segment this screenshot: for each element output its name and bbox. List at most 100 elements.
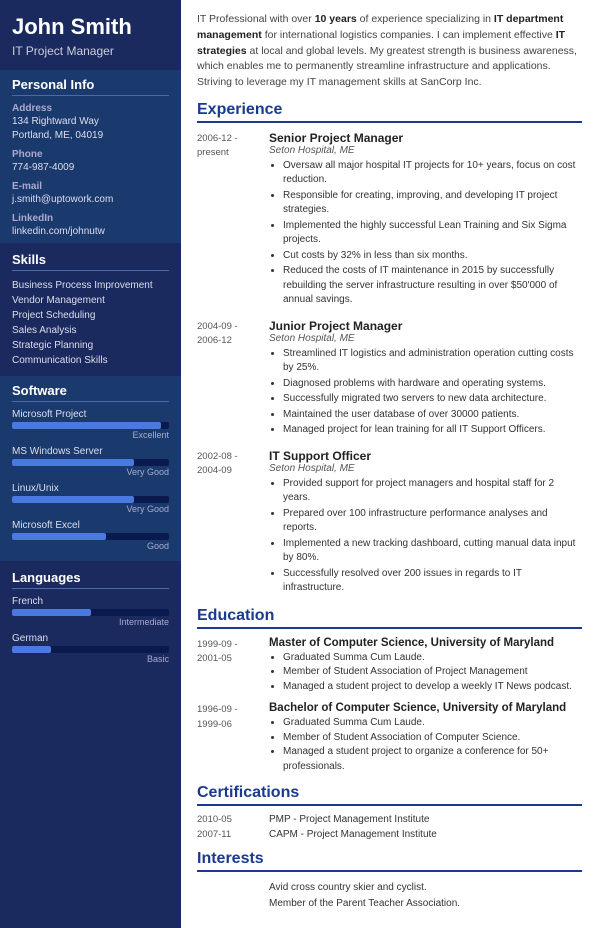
interests-heading: Interests: [197, 850, 582, 872]
software-name: Microsoft Excel: [12, 520, 169, 531]
exp-bullet: Managed project for lean training for al…: [283, 423, 582, 438]
exp-bullet: Implemented the highly successful Lean T…: [283, 219, 582, 248]
skill-item: Sales Analysis: [12, 323, 169, 338]
language-bar-fill: [12, 609, 91, 616]
software-list: Microsoft Project Excellent MS Windows Ser…: [12, 409, 169, 551]
candidate-name: John Smith: [12, 14, 169, 40]
skill-item: Project Scheduling: [12, 308, 169, 323]
exp-bullet: Oversaw all major hospital IT projects f…: [283, 159, 582, 188]
language-bar-bg: [12, 609, 169, 616]
exp-job-title: Junior Project Manager: [269, 319, 582, 333]
software-item: Microsoft Excel Good: [12, 520, 169, 551]
software-rating: Good: [12, 541, 169, 551]
personal-info-section: Personal Info Address 134 Rightward WayP…: [0, 70, 181, 243]
interest-item: Member of the Parent Teacher Association…: [197, 896, 582, 912]
exp-bullet: Maintained the user database of over 300…: [283, 408, 582, 423]
education-list: 1999-09 -2001-05Master of Computer Scien…: [197, 637, 582, 775]
skill-item: Strategic Planning: [12, 338, 169, 353]
software-item: Linux/UnixVery Good: [12, 483, 169, 514]
languages-list: French Intermediate German Basic: [12, 596, 169, 664]
exp-bullets: Streamlined IT logistics and administrat…: [269, 347, 582, 438]
edu-date: 1996-09 -1999-06: [197, 702, 269, 774]
edu-bullet: Member of Student Association of Project…: [283, 665, 582, 680]
exp-bullet: Implemented a new tracking dashboard, cu…: [283, 537, 582, 566]
exp-employer: Seton Hospital, ME: [269, 145, 582, 156]
exp-date: 2002-08 -2004-09: [197, 449, 269, 597]
languages-section: Languages FrenchIntermediateGermanBasic: [0, 563, 181, 674]
edu-date: 1999-09 -2001-05: [197, 637, 269, 695]
cert-date: 2007-11: [197, 829, 269, 840]
language-bar-fill: [12, 646, 51, 653]
edu-content: Master of Computer Science, University o…: [269, 637, 582, 695]
phone-value: 774-987-4009: [12, 161, 169, 175]
exp-date: 2004-09 -2006-12: [197, 319, 269, 439]
summary: IT Professional with over 10 years of ex…: [197, 12, 582, 91]
education-item: 1999-09 -2001-05Master of Computer Scien…: [197, 637, 582, 695]
experience-item: 2002-08 -2004-09IT Support OfficerSeton …: [197, 449, 582, 597]
personal-info-title: Personal Info: [12, 77, 169, 96]
software-bar-bg: [12, 422, 169, 429]
skill-item: Vendor Management: [12, 293, 169, 308]
software-bar-fill: [12, 533, 106, 540]
software-bar-bg: [12, 533, 169, 540]
cert-text: CAPM - Project Management Institute: [269, 829, 582, 840]
linkedin-value: linkedin.com/johnutw: [12, 225, 169, 239]
email-label: E-mail: [12, 181, 169, 192]
language-name: French: [12, 596, 169, 607]
edu-degree: Master of Computer Science, University o…: [269, 637, 582, 649]
skill-item: Communication Skills: [12, 353, 169, 368]
certifications-heading: Certifications: [197, 784, 582, 806]
exp-bullets: Oversaw all major hospital IT projects f…: [269, 159, 582, 308]
edu-bullet: Member of Student Association of Compute…: [283, 731, 582, 746]
sidebar: John Smith IT Project Manager Personal I…: [0, 0, 181, 928]
exp-bullets: Provided support for project managers an…: [269, 477, 582, 596]
edu-bullet: Managed a student project to develop a w…: [283, 680, 582, 695]
skills-section: Skills Business Process ImprovementVendo…: [0, 245, 181, 374]
exp-date: 2006-12 -present: [197, 131, 269, 309]
software-name: Microsoft Project: [12, 409, 169, 420]
linkedin-label: LinkedIn: [12, 213, 169, 224]
experience-item: 2004-09 -2006-12Junior Project ManagerSe…: [197, 319, 582, 439]
address-label: Address: [12, 103, 169, 114]
language-name: German: [12, 633, 169, 644]
certifications-list: 2010-05PMP - Project Management Institut…: [197, 814, 582, 840]
edu-content: Bachelor of Computer Science, University…: [269, 702, 582, 774]
software-rating: Very Good: [12, 467, 169, 477]
experience-item: 2006-12 -presentSenior Project ManagerSe…: [197, 131, 582, 309]
software-name: Linux/Unix: [12, 483, 169, 494]
software-bar-fill: [12, 496, 134, 503]
edu-degree: Bachelor of Computer Science, University…: [269, 702, 582, 714]
education-heading: Education: [197, 607, 582, 629]
exp-bullet: Diagnosed problems with hardware and ope…: [283, 377, 582, 392]
software-item: MS Windows Server Very Good: [12, 446, 169, 477]
exp-content: Senior Project ManagerSeton Hospital, ME…: [269, 131, 582, 309]
address-value: 134 Rightward WayPortland, ME, 04019: [12, 115, 169, 143]
education-item: 1996-09 -1999-06Bachelor of Computer Sci…: [197, 702, 582, 774]
language-rating: Basic: [12, 654, 169, 664]
language-bar-bg: [12, 646, 169, 653]
exp-employer: Seton Hospital, ME: [269, 333, 582, 344]
exp-bullet: Prepared over 100 infrastructure perform…: [283, 507, 582, 536]
language-rating: Intermediate: [12, 617, 169, 627]
exp-job-title: Senior Project Manager: [269, 131, 582, 145]
exp-job-title: IT Support Officer: [269, 449, 582, 463]
software-section: Software Microsoft ProjectExcellentMS Wi…: [0, 376, 181, 561]
exp-content: Junior Project ManagerSeton Hospital, ME…: [269, 319, 582, 439]
exp-employer: Seton Hospital, ME: [269, 463, 582, 474]
phone-label: Phone: [12, 149, 169, 160]
exp-bullet: Provided support for project managers an…: [283, 477, 582, 506]
language-item: German Basic: [12, 633, 169, 664]
software-bar-fill: [12, 459, 134, 466]
main-content: IT Professional with over 10 years of ex…: [181, 0, 598, 928]
software-name: MS Windows Server: [12, 446, 169, 457]
cert-date: 2010-05: [197, 814, 269, 825]
software-bar-fill: [12, 422, 161, 429]
software-rating: Excellent: [12, 430, 169, 440]
exp-bullet: Responsible for creating, improving, and…: [283, 189, 582, 218]
cert-text: PMP - Project Management Institute: [269, 814, 582, 825]
exp-content: IT Support OfficerSeton Hospital, ME Prov…: [269, 449, 582, 597]
experience-list: 2006-12 -presentSenior Project ManagerSe…: [197, 131, 582, 597]
edu-bullet: Managed a student project to organize a …: [283, 745, 582, 774]
language-item: French Intermediate: [12, 596, 169, 627]
edu-bullets: Graduated Summa Cum Laude.Member of Stud…: [269, 651, 582, 695]
